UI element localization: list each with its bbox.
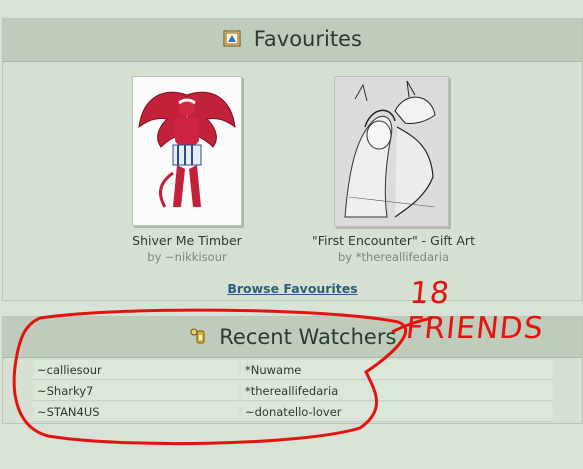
gargoyle-drawing bbox=[133, 77, 241, 225]
encounter-drawing bbox=[335, 77, 448, 226]
favourites-header: Favourites bbox=[3, 19, 582, 62]
favourites-title-row: Favourites bbox=[3, 27, 582, 52]
watcher-link[interactable]: *thereallifedaria bbox=[241, 381, 553, 401]
watcher-row: ~STAN4US ~donatello-lover bbox=[33, 402, 553, 422]
watcher-link[interactable]: ~Sharky7 bbox=[33, 381, 239, 401]
favourite-thumbnail-1[interactable] bbox=[132, 76, 242, 226]
favourite-1-artist[interactable]: by ~nikkisour bbox=[97, 250, 277, 264]
annotation-text: 18 FRIENDS bbox=[404, 276, 546, 346]
watcher-row: ~calliesour *Nuwame bbox=[33, 360, 553, 380]
favourite-thumbnail-2[interactable] bbox=[334, 76, 449, 227]
watcher-link[interactable]: ~donatello-lover bbox=[241, 402, 553, 422]
watcher-key-icon bbox=[189, 326, 207, 350]
favourites-panel: Favourites Shiver Me Timber by ~nikkisou… bbox=[2, 18, 583, 301]
watcher-link[interactable]: ~calliesour bbox=[33, 360, 239, 380]
favourite-1-title[interactable]: Shiver Me Timber bbox=[97, 233, 277, 248]
favourite-2-title[interactable]: "First Encounter" - Gift Art bbox=[291, 233, 496, 248]
favourites-title: Favourites bbox=[253, 27, 362, 51]
watcher-link[interactable]: ~STAN4US bbox=[33, 402, 239, 422]
watcher-row: ~Sharky7 *thereallifedaria bbox=[33, 381, 553, 401]
favourite-2-artist[interactable]: by *thereallifedaria bbox=[291, 250, 496, 264]
watcher-link[interactable]: *Nuwame bbox=[241, 360, 553, 380]
recent-watchers-title: Recent Watchers bbox=[219, 325, 397, 349]
favourites-icon bbox=[223, 28, 241, 52]
